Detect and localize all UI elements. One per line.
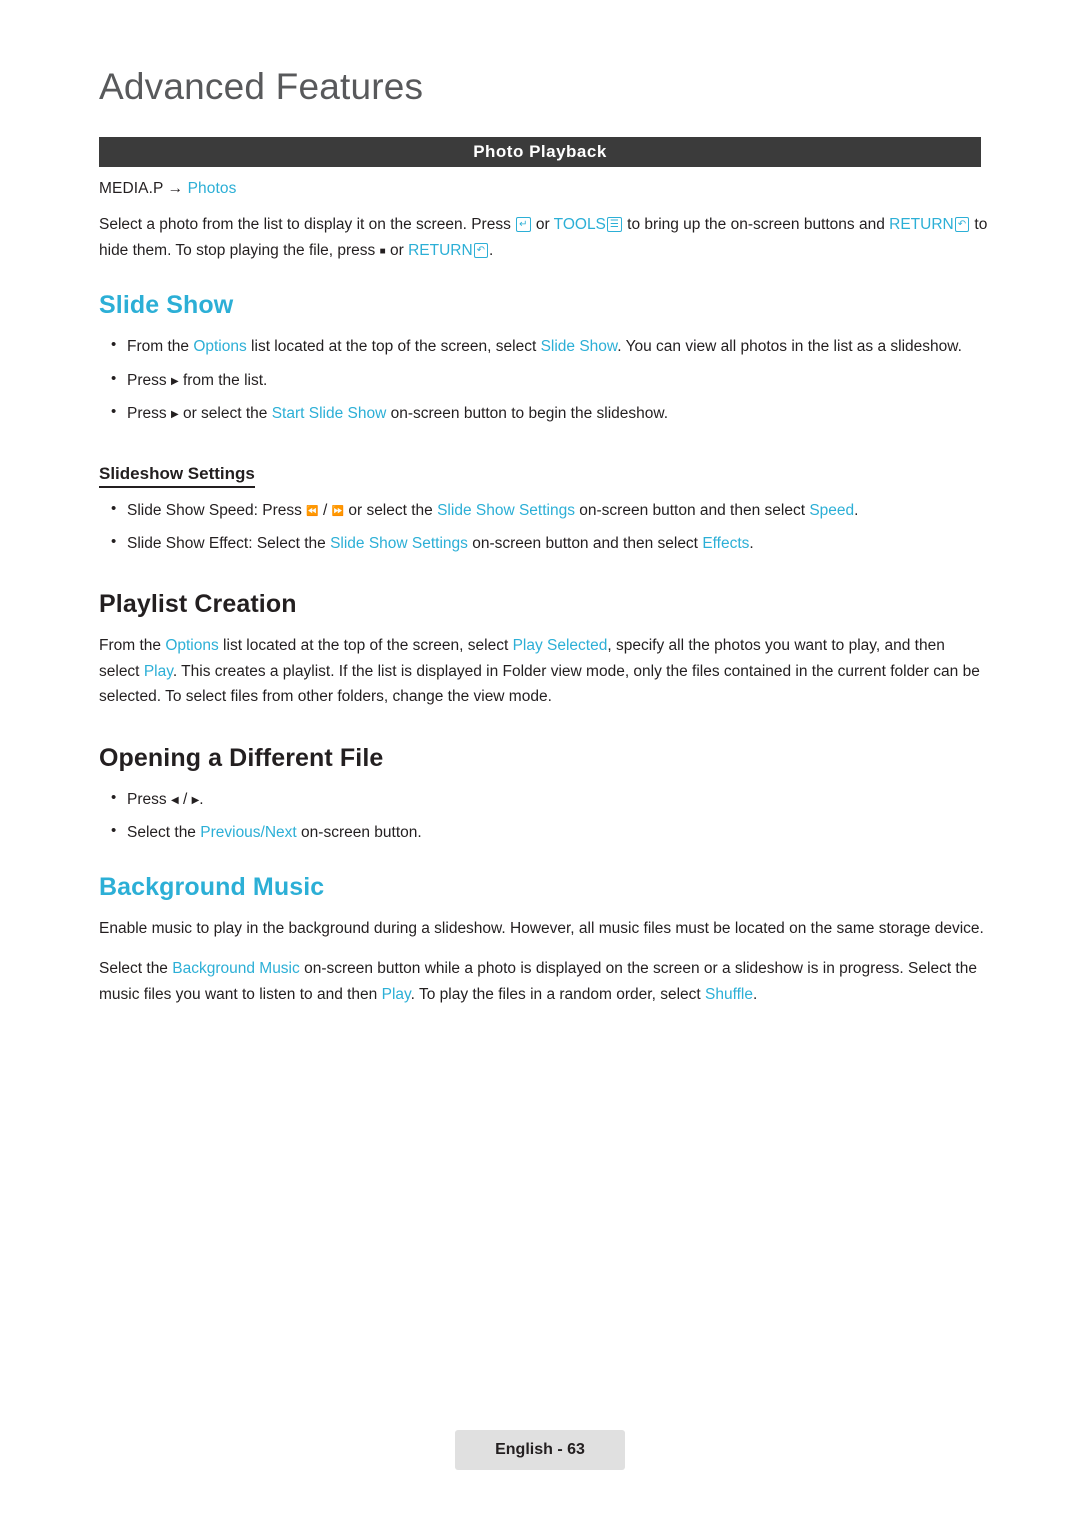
list-item-0-part-7: Speed	[809, 501, 855, 519]
playlist-creation-paragraph-part-0: From the	[99, 636, 166, 654]
tools-key-label: TOOLS	[553, 216, 606, 233]
list-item-1-part-1: ▶	[170, 375, 179, 387]
intro-text-5: or	[385, 241, 409, 259]
breadcrumb: MEDIA.P → Photos	[99, 180, 989, 198]
intro-text-6: .	[489, 241, 494, 259]
playlist-creation-paragraph-part-3: Play Selected	[512, 636, 608, 654]
list-item: Press ▶ from the list.	[99, 367, 989, 393]
list-item-1-part-4: .	[749, 534, 754, 552]
list-item-2-part-3: Start Slide Show	[271, 404, 387, 422]
document-page: Advanced Features Photo Playback MEDIA.P…	[0, 0, 1080, 1519]
list-item-0-part-1: Options	[193, 338, 247, 356]
list-item-1-part-0: Press	[127, 371, 171, 389]
list-item: Select the Previous/Next on-screen butto…	[99, 819, 989, 845]
opening-file-bullet-list: Press ◀ / ▶. Select the Previous/Next on-…	[99, 786, 989, 845]
list-item-0-part-4: or select the	[344, 501, 438, 519]
page-number-label: English - 63	[495, 1441, 585, 1458]
background-music-paragraph-2-part-1: Background Music	[172, 960, 300, 978]
page-content: MEDIA.P → Photos Select a photo from the…	[99, 180, 989, 1022]
list-item-1-part-1: Previous/Next	[200, 824, 297, 842]
list-item-0-part-4: . You can view all photos in the list as…	[617, 338, 962, 356]
return-key-label-2: RETURN	[408, 241, 473, 259]
list-item-1-part-0: Slide Show Effect: Select the	[127, 534, 331, 552]
background-music-paragraph-2-part-5: Shuffle	[705, 985, 753, 1003]
slideshow-settings-bullet-list: Slide Show Speed: Press ⏪ / ⏩ or select …	[99, 497, 989, 556]
intro-text-2: or	[531, 216, 554, 233]
playlist-creation-paragraph-part-1: Options	[165, 636, 219, 654]
breadcrumb-leaf: Photos	[187, 180, 237, 197]
background-music-paragraph-2: Select the Background Music on-screen bu…	[99, 956, 989, 1007]
list-item-0-part-8: .	[854, 501, 859, 519]
heading-slide-show: Slide Show	[99, 291, 234, 320]
breadcrumb-arrow-icon: →	[167, 180, 184, 197]
list-item-0-part-3: Slide Show	[540, 338, 618, 356]
enter-key-icon: ↵	[516, 217, 531, 232]
list-item: From the Options list located at the top…	[99, 333, 989, 359]
list-item-0-part-6: on-screen button and then select	[574, 501, 810, 519]
list-item-0-part-1: ⏪	[306, 505, 319, 517]
intro-text-3: to bring up the on-screen buttons and	[622, 216, 890, 233]
background-music-paragraph-1: Enable music to play in the background d…	[99, 920, 984, 938]
list-item-0-part-1: ◀	[170, 795, 179, 807]
list-item-2-part-2: or select the	[178, 404, 272, 422]
page-title: Advanced Features	[99, 66, 424, 107]
return-key-icon: ↶	[954, 217, 970, 232]
list-item: Press ▶ or select the Start Slide Show o…	[99, 400, 989, 426]
list-item-0-part-5: Slide Show Settings	[437, 501, 575, 519]
playlist-creation-paragraph-part-2: list located at the top of the screen, s…	[218, 636, 513, 654]
list-item-2-part-4: on-screen button to begin the slideshow.	[386, 404, 669, 422]
background-music-paragraph-2-part-3: Play	[381, 985, 411, 1003]
list-item: Press ◀ / ▶.	[99, 786, 989, 812]
background-music-paragraph-2-part-6: .	[752, 985, 758, 1003]
list-item-0-part-2: /	[318, 501, 332, 519]
list-item-1-part-2: on-screen button and then select	[467, 534, 703, 552]
page-number-badge: English - 63	[455, 1430, 625, 1470]
heading-slideshow-settings: Slideshow Settings	[99, 464, 255, 488]
return-key-label: RETURN	[889, 216, 954, 233]
background-music-paragraph-2-part-4: . To play the files in a random order, s…	[410, 985, 705, 1003]
section-header-label: Photo Playback	[473, 142, 607, 161]
list-item-2-part-1: ▶	[170, 408, 179, 420]
breadcrumb-root: MEDIA.P	[99, 180, 164, 197]
intro-paragraph: Select a photo from the list to display …	[99, 212, 989, 263]
list-item: Slide Show Effect: Select the Slide Show…	[99, 530, 989, 556]
list-item: Slide Show Speed: Press ⏪ / ⏩ or select …	[99, 497, 989, 523]
list-item-1-part-2: on-screen button.	[296, 824, 422, 842]
intro-text-1: Select a photo from the list to display …	[99, 216, 516, 233]
playlist-creation-paragraph-part-5: Play	[143, 662, 173, 680]
list-item-1-part-2: from the list.	[178, 371, 268, 389]
tools-key-icon: ☰	[606, 217, 622, 232]
section-header-bar: Photo Playback	[99, 137, 981, 167]
list-item-1-part-3: Effects	[702, 534, 750, 552]
heading-playlist-creation: Playlist Creation	[99, 589, 297, 618]
list-item-0-part-3: ⏩	[331, 505, 345, 517]
list-item-1-part-1: Slide Show Settings	[330, 534, 468, 552]
list-item-0-part-0: From the	[127, 338, 194, 356]
playlist-creation-paragraph-part-6: . This creates a playlist. If the list i…	[99, 662, 980, 706]
heading-background-music: Background Music	[99, 873, 325, 902]
list-item-0-part-2: list located at the top of the screen, s…	[246, 338, 541, 356]
list-item-0-part-2: /	[178, 791, 192, 809]
list-item-0-part-0: Press	[127, 791, 171, 809]
list-item-1-part-0: Select the	[127, 824, 201, 842]
return-key-icon-2: ↶	[473, 242, 489, 258]
playlist-creation-paragraph: From the Options list located at the top…	[99, 633, 989, 710]
slide-show-bullet-list: From the Options list located at the top…	[99, 333, 989, 426]
list-item-0-part-4: .	[199, 791, 204, 809]
heading-opening-different-file: Opening a Different File	[99, 744, 384, 773]
list-item-2-part-0: Press	[127, 404, 171, 422]
list-item-0-part-0: Slide Show Speed: Press	[127, 501, 307, 519]
background-music-paragraph-2-part-0: Select the	[99, 960, 173, 978]
